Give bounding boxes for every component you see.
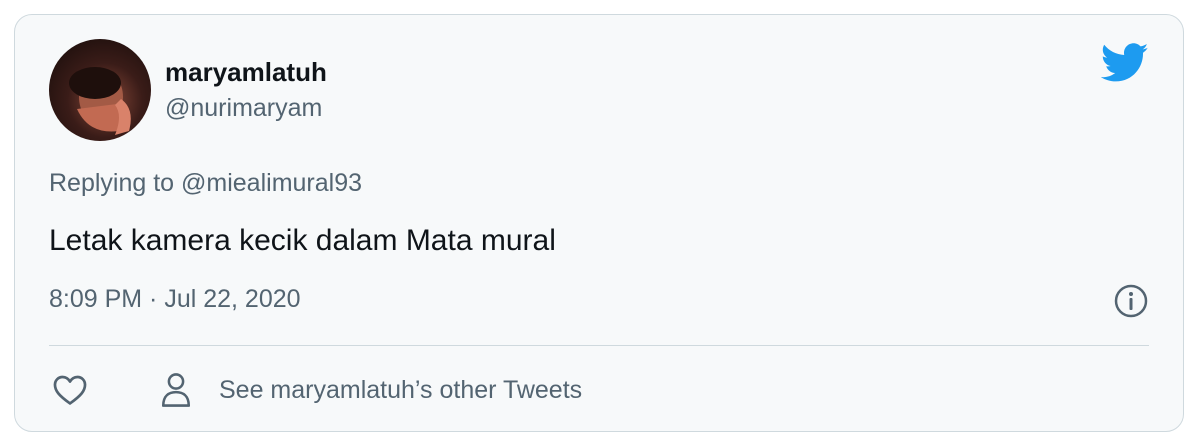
- twitter-bird-icon[interactable]: [1100, 43, 1149, 83]
- tweet-text: Letak kamera kecik dalam Mata mural: [49, 224, 556, 257]
- replying-to[interactable]: Replying to @miealimural93: [49, 169, 362, 198]
- see-other-tweets-link[interactable]: See maryamlatuh’s other Tweets: [159, 371, 582, 409]
- heart-icon[interactable]: [51, 371, 89, 409]
- user-block[interactable]: maryamlatuh @nurimaryam: [165, 55, 327, 125]
- timestamp[interactable]: 8:09 PM · Jul 22, 2020: [49, 285, 301, 314]
- user-handle[interactable]: @nurimaryam: [165, 91, 327, 125]
- info-icon[interactable]: [1113, 283, 1149, 319]
- divider: [49, 345, 1149, 346]
- tweet-card[interactable]: maryamlatuh @nurimaryam Replying to @mie…: [14, 14, 1184, 432]
- avatar[interactable]: [49, 39, 151, 141]
- display-name[interactable]: maryamlatuh: [165, 55, 327, 89]
- person-icon: [159, 371, 193, 409]
- other-tweets-label[interactable]: See maryamlatuh’s other Tweets: [219, 376, 582, 405]
